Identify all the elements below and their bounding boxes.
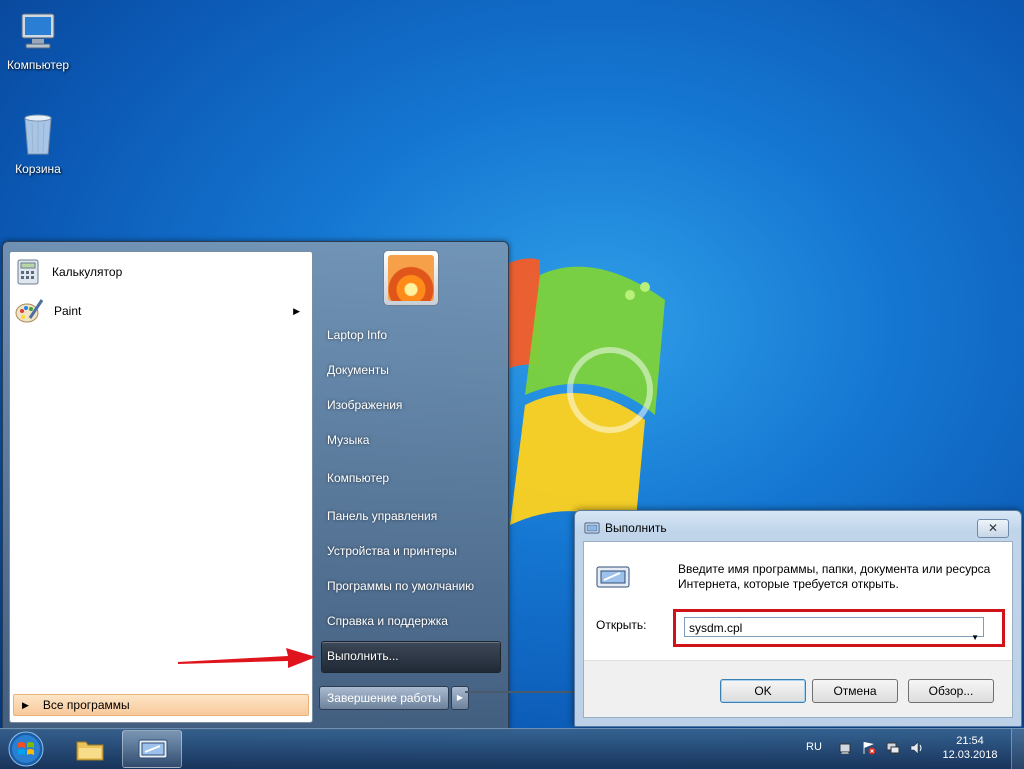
close-icon: ✕ — [987, 521, 999, 535]
run-dialog-footer: OK Отмена Обзор... — [584, 660, 1012, 717]
ok-button[interactable]: OK — [720, 679, 806, 703]
run-dialog: Выполнить ✕ Введите имя программы, папки… — [574, 510, 1022, 727]
tray-app-icon[interactable] — [838, 741, 852, 755]
dialog-title: Выполнить — [605, 521, 667, 535]
network-icon[interactable] — [886, 741, 900, 755]
desktop-icon-label: Компьютер — [6, 58, 70, 72]
shutdown-options-arrow-icon[interactable]: ▶ — [451, 686, 469, 710]
start-menu-links-pane: Laptop Info Документы Изображения Музыка… — [317, 242, 507, 730]
link-computer[interactable]: Компьютер — [327, 471, 389, 485]
link-documents[interactable]: Документы — [327, 363, 389, 377]
show-desktop-button[interactable] — [1011, 729, 1024, 769]
shutdown-button[interactable]: Завершение работы — [319, 686, 449, 710]
dropdown-arrow-icon[interactable]: ▼ — [971, 628, 979, 648]
recycle-bin-icon — [24, 114, 52, 155]
annotation-arrow — [178, 648, 316, 668]
taskbar-run[interactable] — [122, 730, 182, 768]
run-program-icon — [596, 566, 630, 588]
open-label: Открыть: — [596, 618, 647, 632]
link-control-panel[interactable]: Панель управления — [327, 509, 437, 523]
taskbar: RU 21:54 12.03.2018 — [0, 728, 1024, 769]
submenu-arrow-icon: ▶ — [293, 305, 300, 316]
link-help-support[interactable]: Справка и поддержка — [327, 614, 448, 628]
pinned-item-paint[interactable]: Paint ▶ — [14, 294, 306, 328]
all-programs-button[interactable]: ▶ Все программы — [13, 694, 309, 716]
user-picture[interactable] — [383, 250, 439, 306]
open-combobox-highlight: sysdm.cpl ▼ — [673, 609, 1005, 647]
open-input-value: sysdm.cpl — [689, 621, 743, 635]
pinned-item-calculator[interactable]: Калькулятор — [14, 255, 306, 289]
browse-button[interactable]: Обзор... — [908, 679, 994, 703]
wallpaper-windows-logo — [505, 258, 665, 530]
computer-icon — [21, 13, 55, 49]
language-indicator[interactable]: RU — [806, 741, 822, 753]
action-center-icon[interactable] — [862, 741, 876, 755]
dialog-description: Введите имя программы, папки, документа … — [678, 562, 991, 591]
start-button[interactable] — [6, 730, 46, 768]
run-app-icon — [138, 739, 168, 759]
run-title-icon — [584, 522, 600, 534]
all-programs-label: Все программы — [42, 698, 130, 712]
volume-icon[interactable] — [910, 741, 924, 755]
clock[interactable]: 21:54 12.03.2018 — [940, 734, 1000, 762]
clock-time: 21:54 — [956, 735, 984, 747]
desktop-icon-recycle-bin[interactable]: Корзина — [0, 112, 76, 176]
pinned-item-label: Калькулятор — [52, 265, 123, 279]
link-devices-printers[interactable]: Устройства и принтеры — [327, 544, 457, 558]
triangle-right-icon: ▶ — [22, 699, 29, 710]
run-dialog-body: Введите имя программы, папки, документа … — [583, 541, 1013, 718]
close-button[interactable]: ✕ — [977, 519, 1009, 538]
clock-date: 12.03.2018 — [942, 749, 998, 761]
open-input[interactable]: sysdm.cpl ▼ — [684, 617, 984, 642]
pinned-item-label: Paint — [54, 304, 82, 318]
link-music[interactable]: Музыка — [327, 433, 369, 447]
cancel-button[interactable]: Отмена — [812, 679, 898, 703]
link-default-programs[interactable]: Программы по умолчанию — [327, 579, 474, 593]
desktop-icon-label: Корзина — [15, 162, 61, 176]
desktop-icon-computer[interactable]: Компьютер — [0, 10, 76, 72]
calculator-icon — [17, 259, 39, 285]
link-pictures[interactable]: Изображения — [327, 398, 402, 412]
link-run[interactable]: Выполнить... — [327, 649, 399, 663]
taskbar-explorer[interactable] — [60, 730, 118, 766]
link-laptop-info[interactable]: Laptop Info — [327, 328, 387, 342]
paint-icon — [15, 299, 44, 323]
flower-picture-icon — [388, 255, 434, 301]
folder-icon — [76, 741, 104, 761]
